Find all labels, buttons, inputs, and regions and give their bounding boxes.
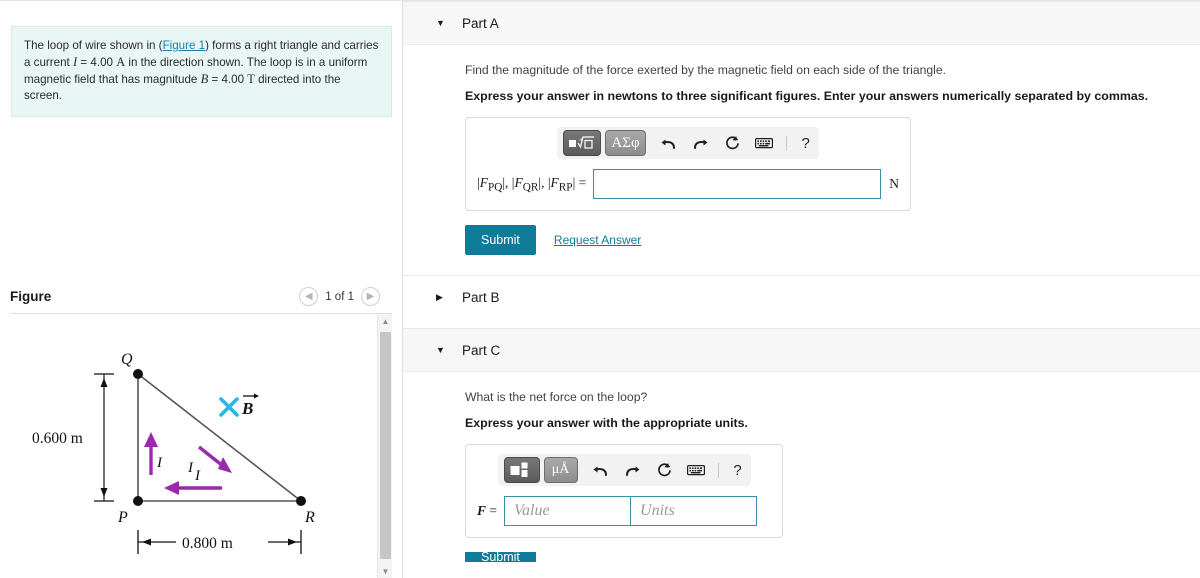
reset-icon[interactable] xyxy=(723,132,742,154)
caret-down-icon[interactable]: ▼ xyxy=(436,18,450,28)
part-a-request-answer-link[interactable]: Request Answer xyxy=(554,233,641,247)
horizontal-dim-arrow-right xyxy=(288,538,297,546)
undo-icon[interactable] xyxy=(591,459,610,481)
parts-panel: ▼ Part A Find the magnitude of the force… xyxy=(403,1,1200,578)
vertex-label-q: Q xyxy=(121,351,133,368)
vertex-p-dot xyxy=(133,496,143,506)
part-c-units-input[interactable]: Units xyxy=(630,496,758,526)
part-a-answer-unit: N xyxy=(889,176,899,191)
template-squares-glyph xyxy=(510,462,527,477)
help-button[interactable]: ? xyxy=(731,462,745,479)
redo-icon[interactable] xyxy=(691,132,710,154)
field-label-vector-arrow xyxy=(254,393,259,399)
part-c-submit-button[interactable]: Submit xyxy=(465,552,536,562)
part-c-answer-box: μÅ ? F = Value Units xyxy=(465,444,783,538)
vertical-dim-arrow-up xyxy=(100,378,108,387)
toolbar-separator xyxy=(785,135,787,151)
triangle-circuit-diagram: Q P R 0.600 m 0.800 m I I I B xyxy=(32,351,315,554)
caret-down-icon[interactable]: ▼ xyxy=(436,345,450,355)
caret-right-icon[interactable]: ▶ xyxy=(436,293,450,302)
part-c-answer-label: F = xyxy=(477,503,498,518)
reset-icon[interactable] xyxy=(655,459,674,481)
undo-icon[interactable] xyxy=(659,132,678,154)
current-unit: A xyxy=(116,55,126,69)
part-a-math-toolbar: n ΑΣφ ? xyxy=(557,127,819,159)
current-arrow-pq-head xyxy=(144,432,158,447)
part-header-a[interactable]: ▼ Part A xyxy=(403,1,1200,45)
vertex-r-dot xyxy=(296,496,306,506)
part-label-c: Part C xyxy=(462,342,501,358)
template-radical-glyph: n xyxy=(569,135,595,149)
part-a-answer-row: |FPQ|, |FQR|, |FRP| = N xyxy=(477,169,899,199)
template-radical-icon[interactable]: n xyxy=(563,130,602,156)
chevron-left-icon[interactable]: ◀ xyxy=(299,287,319,306)
current-value: = 4.00 xyxy=(77,56,117,69)
part-header-c[interactable]: ▼ Part C xyxy=(403,328,1200,372)
part-c-answer-row: F = Value Units xyxy=(477,496,771,526)
part-c-math-toolbar: μÅ ? xyxy=(497,454,751,486)
part-c-actions: Submit xyxy=(465,552,1200,562)
units-symbols-button[interactable]: μÅ xyxy=(543,457,578,483)
left-panel: The loop of wire shown in (Figure 1) for… xyxy=(0,1,402,578)
problem-statement: The loop of wire shown in (Figure 1) for… xyxy=(11,26,392,117)
part-label-a: Part A xyxy=(462,15,499,31)
part-c-wrapper: ▼ Part C What is the net force on the lo… xyxy=(403,328,1200,562)
vertex-label-r: R xyxy=(304,509,315,526)
part-a-answer-label: |FPQ|, |FQR|, |FRP| = xyxy=(477,174,587,194)
current-label-qr: I xyxy=(187,460,194,476)
part-a-submit-button[interactable]: Submit xyxy=(465,225,536,255)
field-unit: T xyxy=(247,72,255,86)
part-header-b[interactable]: ▶ Part B xyxy=(403,275,1200,319)
figure-scrollbar[interactable]: ▲ ▼ xyxy=(377,314,392,578)
template-squares-icon[interactable] xyxy=(503,457,540,483)
greek-symbols-label: ΑΣφ xyxy=(611,134,640,151)
vertex-label-p: P xyxy=(117,509,128,526)
part-a-instruction: Express your answer in newtons to three … xyxy=(465,89,1149,103)
redo-icon[interactable] xyxy=(623,459,642,481)
vertex-q-dot xyxy=(133,369,143,379)
horizontal-dimension-label: 0.800 m xyxy=(182,535,233,552)
figure-header: Figure ◀ 1 of 1 ▶ xyxy=(10,287,392,313)
horizontal-dim-arrow-left xyxy=(142,538,151,546)
part-c-value-input[interactable]: Value xyxy=(504,496,632,526)
figure-counter: 1 of 1 xyxy=(325,290,354,303)
keyboard-icon[interactable] xyxy=(755,132,774,154)
scrollbar-thumb[interactable] xyxy=(380,332,391,559)
current-label-pq: I xyxy=(156,455,163,471)
part-a-answer-input[interactable] xyxy=(593,169,882,199)
keyboard-icon[interactable] xyxy=(687,459,706,481)
triangle-down-icon[interactable]: ▼ xyxy=(378,564,393,578)
current-arrow-rp-head xyxy=(164,481,179,495)
side-qr xyxy=(137,373,302,502)
help-button[interactable]: ? xyxy=(799,135,813,152)
part-body-a: Find the magnitude of the force exerted … xyxy=(403,63,1200,255)
toolbar-separator xyxy=(717,462,719,478)
figure-1-link[interactable]: Figure 1 xyxy=(163,39,206,52)
figure-navigation: ◀ 1 of 1 ▶ xyxy=(299,287,380,306)
greek-symbols-button[interactable]: ΑΣφ xyxy=(605,130,646,156)
part-c-instruction: Express your answer with the appropriate… xyxy=(465,416,748,430)
figure-title: Figure xyxy=(10,289,52,304)
part-b-wrapper: ▶ Part B xyxy=(403,275,1200,319)
units-symbols-label: μÅ xyxy=(551,462,570,477)
chevron-right-icon[interactable]: ▶ xyxy=(361,287,380,306)
vertical-dimension-label: 0.600 m xyxy=(32,430,83,447)
triangle-up-icon[interactable]: ▲ xyxy=(378,314,393,329)
current-arrow-qr-head xyxy=(218,457,232,473)
problem-text-1: The loop of wire shown in ( xyxy=(24,39,163,52)
current-arrow-qr-shaft xyxy=(197,445,225,468)
part-a-actions: Submit Request Answer xyxy=(465,225,1200,255)
current-label-rp: I xyxy=(194,468,201,484)
part-body-c: What is the net force on the loop? Expre… xyxy=(403,390,1200,562)
part-label-b: Part B xyxy=(462,290,500,305)
part-a-question: Find the magnitude of the force exerted … xyxy=(465,63,947,77)
field-label-b: B xyxy=(241,399,253,418)
part-c-question: What is the net force on the loop? xyxy=(465,390,648,404)
problem-page: The loop of wire shown in (Figure 1) for… xyxy=(0,0,1200,578)
part-a-answer-box: n ΑΣφ ? |FPQ|, |FQR|, |FRP| = N xyxy=(465,117,911,211)
field-value: = 4.00 xyxy=(208,73,248,86)
figure-viewport: Q P R 0.600 m 0.800 m I I I B xyxy=(10,314,392,578)
vertical-dim-arrow-down xyxy=(100,488,108,497)
